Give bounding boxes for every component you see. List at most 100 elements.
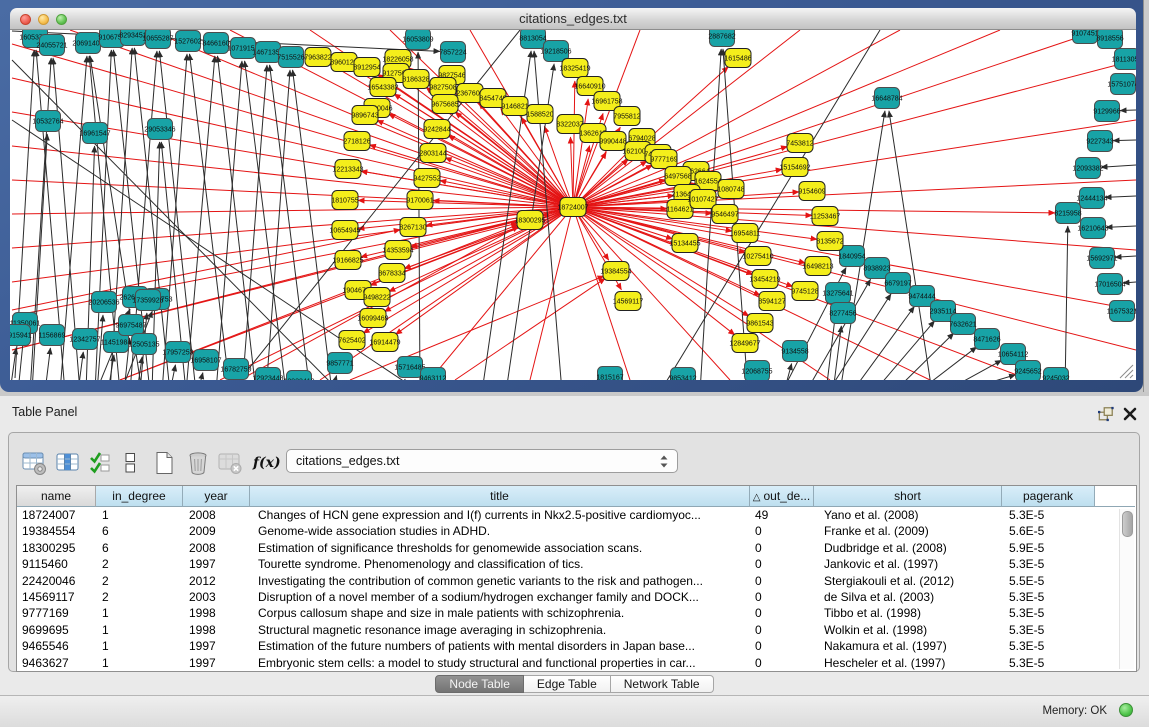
memory-status-indicator[interactable] [1119,703,1133,717]
table-scrollbar-thumb[interactable] [1122,511,1133,537]
column-header-name[interactable]: name [17,486,96,507]
table-mode-icon[interactable] [21,450,47,476]
table-row[interactable]: 1456911722003Disruption of a novel membe… [17,589,1136,605]
table-row[interactable]: 1938455462009Genome-wide association stu… [17,523,1136,539]
table-cell[interactable]: 2008 [183,540,250,556]
table-cell[interactable]: 2008 [183,507,250,523]
table-cell[interactable]: 2 [96,556,183,572]
table-cell[interactable]: 9777169 [17,605,96,621]
table-cell[interactable]: 5.3E-5 [1002,507,1095,523]
table-cell[interactable]: 1 [96,507,183,523]
table-cell[interactable]: Jankovic et al. (1997) [814,556,1002,572]
table-cell[interactable]: Structural magnetic resonance image aver… [250,622,750,638]
table-cell[interactable]: 14569117 [17,589,96,605]
network-window-titlebar[interactable]: citations_edges.txt [10,8,1136,30]
table-cell[interactable]: 9699695 [17,622,96,638]
table-cell[interactable]: 1997 [183,655,250,671]
table-cell[interactable]: Tourette syndrome. Phenomenology and cla… [250,556,750,572]
table-cell[interactable]: 2003 [183,589,250,605]
table-cell[interactable]: Estimation of significance thresholds fo… [250,540,750,556]
table-cell[interactable]: 2 [96,589,183,605]
table-cell[interactable]: 1 [96,655,183,671]
table-cell[interactable]: 1997 [183,556,250,572]
select-columns-icon[interactable] [89,450,111,476]
table-cell[interactable]: Estimation of the future numbers of pati… [250,638,750,654]
table-row[interactable]: 946362711997Embryonic stem cells: a mode… [17,655,1136,671]
table-cell[interactable]: Genome-wide association studies in ADHD. [250,523,750,539]
table-cell[interactable]: 5.6E-5 [1002,523,1095,539]
table-cell[interactable]: 5.3E-5 [1002,556,1095,572]
table-row[interactable]: 2242004622012Investigating the contribut… [17,573,1136,589]
row-options-icon[interactable] [121,450,139,476]
column-header-pagerank[interactable]: pagerank [1002,486,1095,507]
table-cell[interactable]: 1998 [183,605,250,621]
table-cell[interactable]: 5.3E-5 [1002,655,1095,671]
table-cell[interactable]: 0 [750,556,814,572]
table-cell[interactable]: 18300295 [17,540,96,556]
column-header-title[interactable]: title [250,486,750,507]
table-row[interactable]: 1872400712008Changes of HCN gene express… [17,507,1136,523]
network-canvas[interactable]: 1605377224055721206914069106754829345110… [10,30,1136,380]
table-row[interactable]: 946554611997Estimation of the future num… [17,638,1136,654]
tab-edge-table[interactable]: Edge Table [524,675,611,693]
table-cell[interactable]: 0 [750,523,814,539]
table-cell[interactable]: Nakamura et al. (1997) [814,638,1002,654]
table-cell[interactable]: 1997 [183,638,250,654]
table-cell[interactable]: Dudbridge et al. (2008) [814,540,1002,556]
float-panel-icon[interactable] [1097,406,1115,422]
table-cell[interactable]: 1 [96,622,183,638]
column-header-in_degree[interactable]: in_degree [96,486,183,507]
table-cell[interactable]: 0 [750,589,814,605]
table-cell[interactable]: 5.9E-5 [1002,540,1095,556]
table-cell[interactable]: Franke et al. (2009) [814,523,1002,539]
table-cell[interactable]: 0 [750,605,814,621]
table-cell[interactable]: 1 [96,638,183,654]
table-cell[interactable]: 18724007 [17,507,96,523]
table-cell[interactable]: 0 [750,622,814,638]
table-cell[interactable]: 1 [96,605,183,621]
table-cell[interactable]: 5.3E-5 [1002,622,1095,638]
table-cell[interactable]: 1998 [183,622,250,638]
citation-network-graph[interactable]: 1605377224055721206914069106754829345110… [10,30,1136,380]
column-header-year[interactable]: year [183,486,250,507]
table-cell[interactable]: Stergiakouli et al. (2012) [814,573,1002,589]
table-cell[interactable]: 5.3E-5 [1002,638,1095,654]
table-cell[interactable]: 2009 [183,523,250,539]
table-cell[interactable]: Embryonic stem cells: a model to study s… [250,655,750,671]
table-cell[interactable]: 5.5E-5 [1002,573,1095,589]
table-cell[interactable]: 0 [750,573,814,589]
table-cell[interactable]: 9465546 [17,638,96,654]
table-cell[interactable]: Investigating the contribution of common… [250,573,750,589]
table-row[interactable]: 1830029562008Estimation of significance … [17,540,1136,556]
table-cell[interactable]: 0 [750,638,814,654]
table-cell[interactable]: 5.3E-5 [1002,605,1095,621]
table-cell[interactable]: 2 [96,573,183,589]
function-builder-icon[interactable]: f(x) [253,455,281,471]
close-panel-icon[interactable] [1121,406,1139,422]
table-cell[interactable]: 5.3E-5 [1002,589,1095,605]
table-cell[interactable]: 0 [750,655,814,671]
table-cell[interactable]: Disruption of a novel member of a sodium… [250,589,750,605]
table-cell[interactable]: Tibbo et al. (1998) [814,605,1002,621]
table-row[interactable]: 977716911998Corpus callosum shape and si… [17,605,1136,621]
column-header-out_de[interactable]: △out_de... [750,486,814,507]
table-cell[interactable]: 9115460 [17,556,96,572]
table-cell[interactable]: Yano et al. (2008) [814,507,1002,523]
create-column-icon[interactable] [151,450,177,476]
table-selector-dropdown[interactable]: citations_edges.txt [286,449,678,473]
delete-columns-trash-icon[interactable] [185,450,211,476]
table-cell[interactable]: 9463627 [17,655,96,671]
table-cell[interactable]: Wolkin et al. (1998) [814,622,1002,638]
table-cell[interactable]: 2012 [183,573,250,589]
table-cell[interactable]: 6 [96,540,183,556]
table-cell[interactable]: Changes of HCN gene expression and I(f) … [250,507,750,523]
table-row[interactable]: 911546021997Tourette syndrome. Phenomeno… [17,556,1136,572]
table-cell[interactable]: 22420046 [17,573,96,589]
table-scrollbar[interactable] [1119,509,1134,669]
show-columns-icon[interactable] [55,450,81,476]
table-cell[interactable]: 19384554 [17,523,96,539]
table-row[interactable]: 969969511998Structural magnetic resonanc… [17,622,1136,638]
table-cell[interactable]: Hescheler et al. (1997) [814,655,1002,671]
tab-node-table[interactable]: Node Table [435,675,524,693]
tab-network-table[interactable]: Network Table [611,675,714,693]
